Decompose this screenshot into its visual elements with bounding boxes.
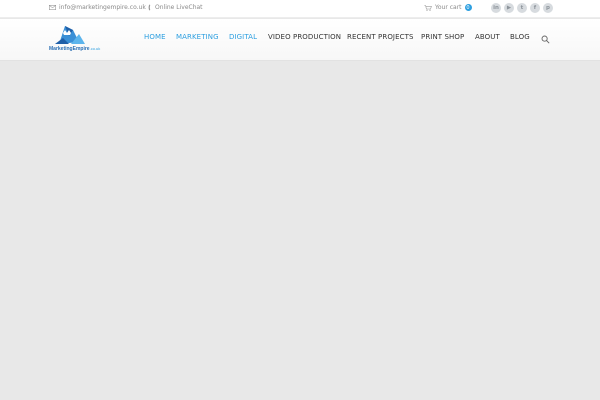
nav-item-digital[interactable]: DIGITAL xyxy=(229,33,257,41)
logo-wordmark: MarketingEmpire.co.uk xyxy=(49,46,107,52)
nav-item-print-shop[interactable]: PRINT SHOP xyxy=(421,33,464,41)
youtube-icon[interactable]: ▶ xyxy=(504,3,514,13)
top-bar: info@marketingempire.co.uk Online LiveCh… xyxy=(0,0,600,18)
logo-main-text: MarketingEmpire xyxy=(49,46,90,52)
nav-item-marketing[interactable]: MARKETING xyxy=(176,33,219,41)
email-text: info@marketingempire.co.uk xyxy=(59,4,146,11)
facebook-icon[interactable]: f xyxy=(530,3,540,13)
cart-text: Your cart xyxy=(435,4,462,11)
page-content-area xyxy=(0,62,600,400)
logo-icon xyxy=(55,26,85,44)
cart-icon xyxy=(424,4,432,11)
email-link[interactable]: info@marketingempire.co.uk xyxy=(49,4,146,11)
envelope-icon xyxy=(49,5,56,10)
livechat-text: Online LiveChat xyxy=(155,4,203,11)
main-header: MarketingEmpire.co.uk HOME MARKETING DIG… xyxy=(0,19,600,61)
nav-item-home[interactable]: HOME xyxy=(144,33,166,41)
search-icon[interactable] xyxy=(541,35,550,44)
livechat-link[interactable]: Online LiveChat xyxy=(148,4,203,11)
nav-item-blog[interactable]: BLOG xyxy=(510,33,530,41)
cart-link[interactable]: Your cart 0 xyxy=(424,4,472,11)
logo-suffix-text: .co.uk xyxy=(89,46,101,51)
nav-item-video-production[interactable]: VIDEO PRODUCTION xyxy=(268,33,341,41)
phone-icon xyxy=(148,4,151,11)
pinterest-icon[interactable]: p xyxy=(543,3,553,13)
site-logo[interactable]: MarketingEmpire.co.uk xyxy=(49,24,107,56)
linkedin-icon[interactable]: in xyxy=(491,3,501,13)
nav-item-recent-projects[interactable]: RECENT PROJECTS xyxy=(347,33,414,41)
cart-count-badge: 0 xyxy=(464,4,472,11)
nav-item-about[interactable]: ABOUT xyxy=(475,33,500,41)
social-links: in ▶ t f p xyxy=(491,3,553,13)
twitter-icon[interactable]: t xyxy=(517,3,527,13)
